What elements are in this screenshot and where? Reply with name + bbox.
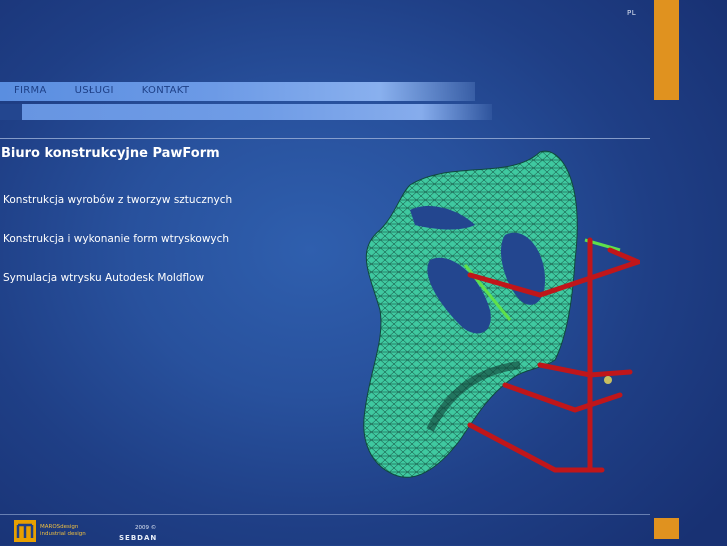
marosdesign-logo-icon: [14, 520, 36, 542]
nav-item-firma[interactable]: FIRMA: [14, 85, 47, 96]
language-switch[interactable]: PL: [627, 9, 636, 17]
service-item: Symulacja wtrysku Autodesk Moldflow: [3, 272, 205, 284]
page-title: Biuro konstrukcyjne PawForm: [1, 146, 220, 161]
nav-subbar: [22, 104, 492, 120]
orange-accent-bar: [654, 0, 679, 100]
nav-item-kontakt[interactable]: KONTAKT: [142, 85, 190, 96]
nav-item-uslugi[interactable]: USŁUGI: [75, 85, 114, 96]
divider: [0, 514, 650, 515]
main-nav: FIRMA USŁUGI KONTAKT: [14, 85, 189, 96]
orange-accent-block: [654, 518, 679, 539]
service-item: Konstrukcja i wykonanie form wtryskowych: [3, 233, 230, 245]
logo-line2: industrial design: [40, 531, 86, 537]
mesh-model-image: [363, 150, 640, 478]
brand-logo[interactable]: SEBDAN: [119, 534, 157, 542]
nav-subbar-gap: [0, 104, 22, 120]
footer-logo[interactable]: MAROSdesign industrial design: [14, 520, 86, 542]
logo-text: MAROSdesign industrial design: [40, 524, 86, 538]
logo-line1: MAROSdesign: [40, 524, 79, 530]
copyright: 2009 ©: [135, 525, 157, 531]
service-item: Konstrukcja wyrobów z tworzyw sztucznych: [3, 194, 233, 206]
divider: [0, 138, 650, 139]
